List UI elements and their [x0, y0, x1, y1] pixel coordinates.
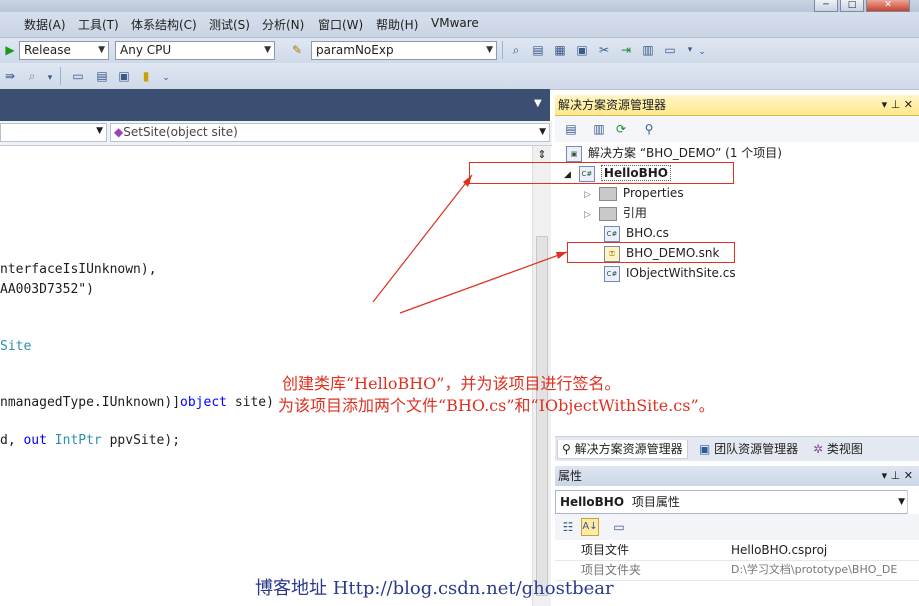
annotation-arrows [372, 174, 568, 314]
annotation-line-2: 为该项目添加两个文件“BHO.cs”和“IObjectWithSite.cs”。 [278, 396, 715, 415]
blog-watermark: 博客地址 Http://blog.csdn.net/ghostbear [255, 578, 614, 599]
arrow-line [372, 174, 473, 303]
annotation-line-1: 创建类库“HelloBHO”，并为该项目进行签名。 [282, 374, 621, 393]
arrow-head [556, 252, 567, 259]
arrow-line [399, 251, 568, 314]
